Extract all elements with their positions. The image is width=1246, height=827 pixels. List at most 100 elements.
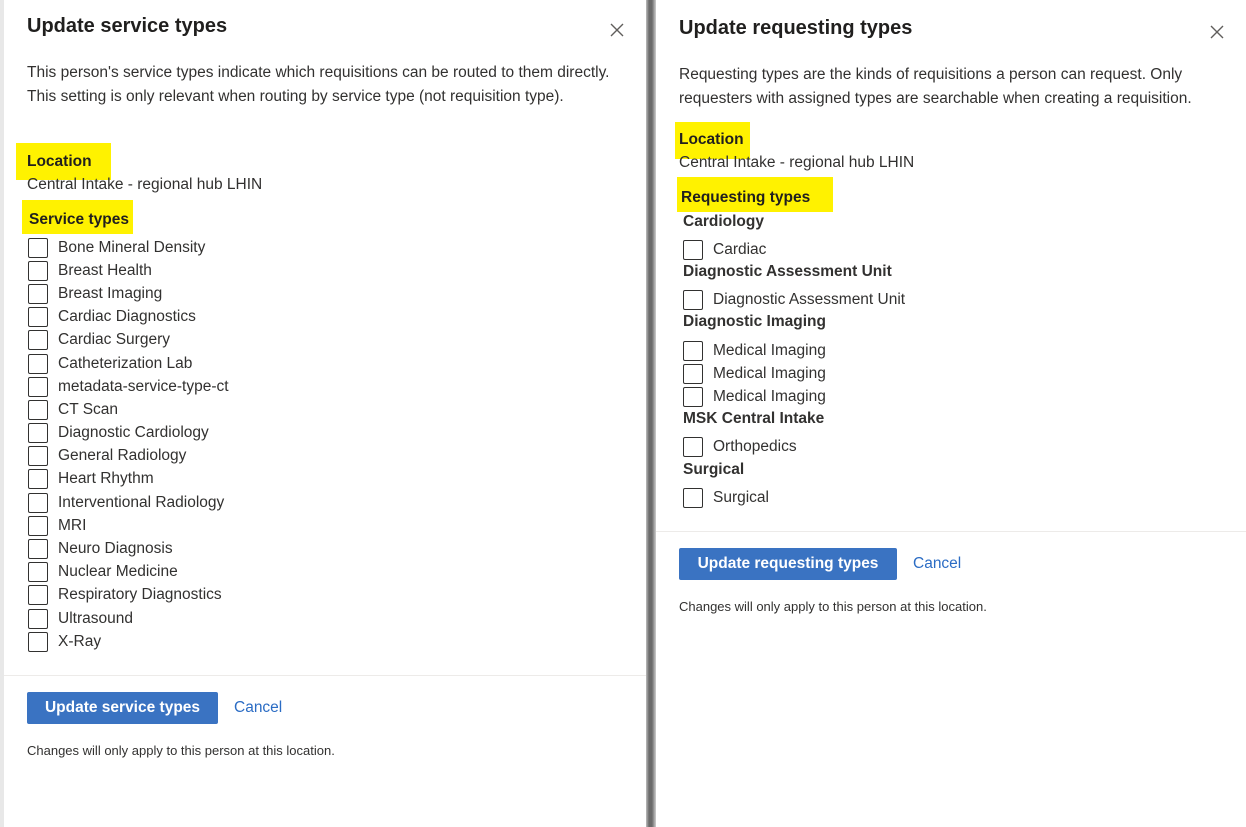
checkbox-label: Heart Rhythm — [58, 470, 154, 488]
checkbox-row[interactable]: Diagnostic Cardiology — [28, 422, 229, 445]
checkbox-label: Nuclear Medicine — [58, 563, 178, 581]
checkbox-label: Neuro Diagnosis — [58, 540, 173, 558]
checkbox[interactable] — [28, 469, 48, 490]
checkbox-row[interactable]: Cardiac Surgery — [28, 329, 229, 352]
requesting-types-panel: Update requesting types Requesting types… — [656, 0, 1246, 827]
footnote: Changes will only apply to this person a… — [679, 599, 987, 614]
location-value: Central Intake - regional hub LHIN — [27, 176, 263, 193]
checkbox-row[interactable]: CT Scan — [28, 398, 229, 421]
checkbox[interactable] — [28, 260, 48, 281]
checkbox[interactable] — [28, 515, 48, 536]
checkbox[interactable] — [28, 353, 48, 374]
checkbox-label: MRI — [58, 516, 87, 534]
checkbox[interactable] — [683, 363, 703, 384]
checkbox-row[interactable]: Neuro Diagnosis — [28, 537, 229, 560]
checkbox-row[interactable]: Medical Imaging — [683, 339, 826, 362]
service-types-list: Bone Mineral Density Breast Health Breast … — [28, 236, 229, 653]
requesting-types-label: Requesting types — [681, 189, 811, 206]
checkbox-row[interactable]: Interventional Radiology — [28, 491, 229, 514]
checkbox[interactable] — [28, 562, 48, 583]
checkbox[interactable] — [683, 436, 703, 457]
checkbox-row[interactable]: MRI — [28, 514, 229, 537]
checkbox-row[interactable]: Cardiac — [683, 238, 766, 261]
checkbox-row[interactable]: Medical Imaging — [683, 362, 826, 385]
checkbox-label: General Radiology — [58, 447, 187, 465]
checkbox[interactable] — [683, 340, 703, 361]
checkbox-row[interactable]: Orthopedics — [683, 435, 797, 458]
checkbox[interactable] — [28, 446, 48, 467]
checkbox[interactable] — [28, 330, 48, 351]
checkbox[interactable] — [28, 283, 48, 304]
checkbox-label: Cardiac — [713, 240, 767, 258]
checkbox-label: Diagnostic Cardiology — [58, 424, 209, 442]
location-label: Location — [27, 153, 92, 170]
checkbox-row[interactable]: General Radiology — [28, 445, 229, 468]
checkbox-label: Respiratory Diagnostics — [58, 586, 222, 604]
footer-divider — [4, 675, 646, 676]
footer-divider — [656, 531, 1246, 532]
checkbox[interactable] — [28, 423, 48, 444]
service-types-panel: Update service types This person's servi… — [4, 0, 646, 827]
panel-description: This person's service types indicate whi… — [27, 64, 610, 105]
close-icon — [610, 23, 624, 37]
checkbox-row[interactable]: Ultrasound — [28, 607, 229, 630]
checkbox[interactable] — [28, 608, 48, 629]
cancel-button[interactable]: Cancel — [234, 699, 282, 717]
checkbox[interactable] — [28, 307, 48, 328]
checkbox-label: Breast Health — [58, 261, 152, 279]
checkbox[interactable] — [28, 237, 48, 258]
checkbox[interactable] — [28, 492, 48, 513]
location-value: Central Intake - regional hub LHIN — [679, 154, 915, 171]
checkbox-row[interactable]: Nuclear Medicine — [28, 561, 229, 584]
close-icon — [1210, 25, 1224, 39]
checkbox-label: metadata-service-type-ct — [58, 377, 229, 395]
checkbox[interactable] — [683, 386, 703, 407]
checkbox-row[interactable]: Bone Mineral Density — [28, 236, 229, 259]
checkbox[interactable] — [28, 376, 48, 397]
checkbox[interactable] — [28, 631, 48, 652]
group-heading: MSK Central Intake — [683, 410, 825, 427]
checkbox-label: Diagnostic Assessment Unit — [713, 290, 906, 308]
checkbox-row[interactable]: Medical Imaging — [683, 385, 826, 408]
checkbox[interactable] — [28, 399, 48, 420]
checkbox-row[interactable]: Diagnostic Assessment Unit — [683, 288, 905, 311]
panel-divider — [646, 0, 656, 827]
checkbox-label: Catheterization Lab — [58, 354, 193, 372]
checkbox-label: Breast Imaging — [58, 284, 163, 302]
checkbox-label: Surgical — [713, 488, 769, 506]
panel-title: Update requesting types — [679, 17, 913, 39]
footnote: Changes will only apply to this person a… — [27, 743, 335, 758]
group-heading: Cardiology — [683, 213, 764, 230]
checkbox[interactable] — [28, 585, 48, 606]
cancel-button[interactable]: Cancel — [913, 555, 961, 573]
checkbox-row[interactable]: Respiratory Diagnostics — [28, 584, 229, 607]
update-requesting-types-button[interactable]: Update requesting types — [679, 548, 897, 580]
checkbox-row[interactable]: Surgical — [683, 486, 769, 509]
checkbox[interactable] — [683, 487, 703, 508]
checkbox-label: Bone Mineral Density — [58, 238, 206, 256]
checkbox-label: Medical Imaging — [713, 387, 826, 405]
checkbox-label: Interventional Radiology — [58, 493, 225, 511]
checkbox[interactable] — [683, 239, 703, 260]
checkbox[interactable] — [683, 289, 703, 310]
group-heading: Surgical — [683, 461, 745, 478]
group-heading: Diagnostic Assessment Unit — [683, 263, 892, 280]
checkbox-label: Cardiac Diagnostics — [58, 308, 196, 326]
service-types-label: Service types — [29, 211, 129, 228]
panel-description: Requesting types are the kinds of requis… — [679, 66, 1192, 107]
checkbox-row[interactable]: Breast Imaging — [28, 282, 229, 305]
close-button[interactable] — [607, 20, 627, 40]
checkbox-label: Cardiac Surgery — [58, 331, 170, 349]
checkbox-label: Medical Imaging — [713, 341, 826, 359]
checkbox[interactable] — [28, 539, 48, 560]
update-service-types-button[interactable]: Update service types — [27, 692, 218, 724]
close-button[interactable] — [1207, 22, 1227, 42]
checkbox-row[interactable]: X-Ray — [28, 630, 229, 653]
checkbox-row[interactable]: Breast Health — [28, 259, 229, 282]
checkbox-row[interactable]: Cardiac Diagnostics — [28, 306, 229, 329]
checkbox-label: Ultrasound — [58, 609, 133, 627]
checkbox-label: CT Scan — [58, 400, 119, 418]
checkbox-row[interactable]: metadata-service-type-ct — [28, 375, 229, 398]
checkbox-row[interactable]: Heart Rhythm — [28, 468, 229, 491]
checkbox-row[interactable]: Catheterization Lab — [28, 352, 229, 375]
